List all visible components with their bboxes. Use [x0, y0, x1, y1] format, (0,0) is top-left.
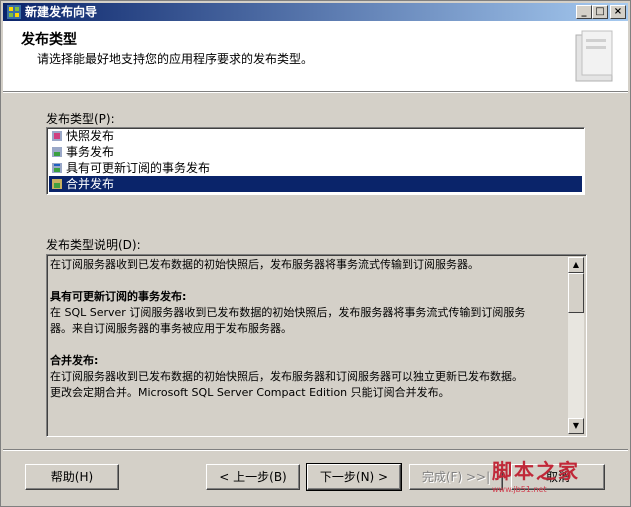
description-heading-merge: 合并发布: — [50, 354, 99, 367]
minimize-button[interactable]: _ — [576, 5, 592, 19]
merge-publication-icon — [52, 179, 62, 189]
finish-button[interactable]: 完成(F) >>| — [409, 464, 503, 490]
title-bar[interactable]: 新建发布向导 _ □ × — [3, 3, 628, 21]
wizard-app-icon — [7, 5, 21, 19]
page-title: 发布类型 — [21, 32, 77, 48]
description-line: 器。来自订阅服务器的事务被应用于发布服务器。 — [50, 322, 292, 335]
description-label: 发布类型说明(D): — [46, 238, 141, 252]
description-line: 在订阅服务器收到已发布数据的初始快照后，发布服务器和订阅服务器可以独立更新已发布… — [50, 370, 523, 383]
footer-divider — [3, 449, 628, 451]
scroll-thumb[interactable] — [568, 273, 584, 313]
snapshot-publication-icon — [52, 131, 62, 141]
list-item-updatable-transactional[interactable]: 具有可更新订阅的事务发布 — [49, 160, 582, 176]
scroll-up-icon[interactable]: ▲ — [568, 257, 584, 273]
wizard-banner-art-icon — [575, 30, 613, 82]
back-button[interactable]: < 上一步(B) — [206, 464, 300, 490]
watermark-text: 脚本之家 — [492, 459, 580, 483]
description-heading-updatable: 具有可更新订阅的事务发布: — [50, 290, 187, 303]
header-divider — [3, 92, 628, 93]
page-subtitle: 请选择能最好地支持您的应用程序要求的发布类型。 — [37, 52, 314, 66]
description-textbox[interactable]: 在订阅服务器收到已发布数据的初始快照后，发布服务器将事务流式传输到订阅服务器。 … — [46, 254, 587, 437]
window-title: 新建发布向导 — [25, 5, 98, 19]
close-button[interactable]: × — [610, 5, 626, 19]
description-line: 在订阅服务器收到已发布数据的初始快照后，发布服务器将事务流式传输到订阅服务器。 — [50, 258, 479, 271]
wizard-window: 新建发布向导 _ □ × 发布类型 请选择能最好地支持您的应用程序要求的发布类型… — [0, 0, 631, 507]
list-item-snapshot[interactable]: 快照发布 — [49, 128, 582, 144]
scroll-down-icon[interactable]: ▼ — [568, 418, 584, 434]
list-item-merge[interactable]: 合并发布 — [49, 176, 582, 192]
description-scrollbar[interactable]: ▲ ▼ — [568, 257, 584, 434]
site-watermark: 脚本之家 www.jb51.net — [492, 453, 622, 503]
maximize-button[interactable]: □ — [592, 5, 608, 19]
description-line: 更改会定期合并。Microsoft SQL Server Compact Edi… — [50, 386, 450, 399]
wizard-header: 发布类型 请选择能最好地支持您的应用程序要求的发布类型。 — [3, 21, 628, 92]
publication-type-list[interactable]: 快照发布 事务发布 具有可更新订阅的事务发布 合并发布 — [46, 127, 585, 195]
description-line: 在 SQL Server 订阅服务器收到已发布数据的初始快照后，发布服务器将事务… — [50, 306, 526, 319]
help-button[interactable]: 帮助(H) — [25, 464, 119, 490]
publication-type-label: 发布类型(P): — [46, 112, 115, 126]
updatable-transactional-publication-icon — [52, 163, 62, 173]
next-button[interactable]: 下一步(N) > — [306, 463, 402, 491]
watermark-url: www.jb51.net — [492, 485, 547, 494]
transactional-publication-icon — [52, 147, 62, 157]
list-item-transactional[interactable]: 事务发布 — [49, 144, 582, 160]
